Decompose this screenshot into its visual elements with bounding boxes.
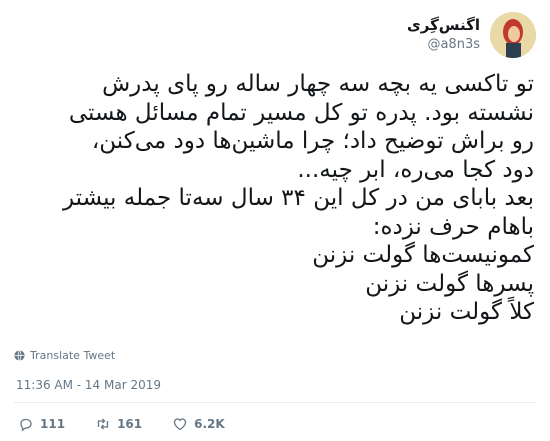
tweet-timestamp[interactable]: 11:36 AM - 14 Mar 2019 <box>16 378 161 392</box>
tweet-line: کلاً گولت نزنن <box>399 299 534 325</box>
author-handle[interactable]: @a8n3s <box>407 37 480 52</box>
tweet-line: رو براش توضیح داد؛ چرا ماشین‌ها دود می‌ک… <box>91 128 534 154</box>
tweet-line: نشسته بود. پدره تو کل مسیر تمام مسائل هس… <box>68 99 534 126</box>
retweet-count: 161 <box>117 417 143 431</box>
author-display-name[interactable]: اگنس‌گِری <box>407 16 480 34</box>
globe-icon <box>14 350 25 361</box>
tweet-line: باهام حرف نزده: <box>372 213 534 240</box>
like-button[interactable]: 6.2K <box>172 416 225 432</box>
reply-button[interactable]: 111 <box>18 416 65 432</box>
divider <box>14 402 536 403</box>
tweet-header: اگنس‌گِری @a8n3s <box>14 10 536 58</box>
author-info: اگنس‌گِری @a8n3s <box>407 16 480 52</box>
tweet-line: پسرها گولت نزنن <box>365 270 534 297</box>
translate-tweet-link[interactable]: Translate Tweet <box>14 349 115 362</box>
avatar[interactable] <box>490 12 536 58</box>
avatar-portrait-icon <box>490 12 536 58</box>
tweet-line: تو تاکسی یه بچه سه چهار ساله رو پای پدرش <box>102 71 534 97</box>
reply-count: 111 <box>40 417 66 431</box>
tweet-line: دود کجا می‌ره، ابر چیه... <box>297 156 534 183</box>
heart-icon <box>173 418 187 431</box>
tweet-line: کمونیست‌ها گولت نزنن <box>312 242 534 268</box>
translate-label: Translate Tweet <box>30 349 116 362</box>
reply-icon <box>20 418 32 432</box>
like-count: 6.2K <box>194 417 225 431</box>
tweet-actions: 111 161 6.2K <box>18 416 255 432</box>
tweet-text: تو تاکسی یه بچه سه چهار ساله رو پای پدرش… <box>14 70 534 327</box>
retweet-icon <box>97 418 109 430</box>
tweet-line: بعد بابای من در کل این ۳۴ سال سه‌تا جمله… <box>62 185 534 211</box>
retweet-button[interactable]: 161 <box>95 416 142 432</box>
